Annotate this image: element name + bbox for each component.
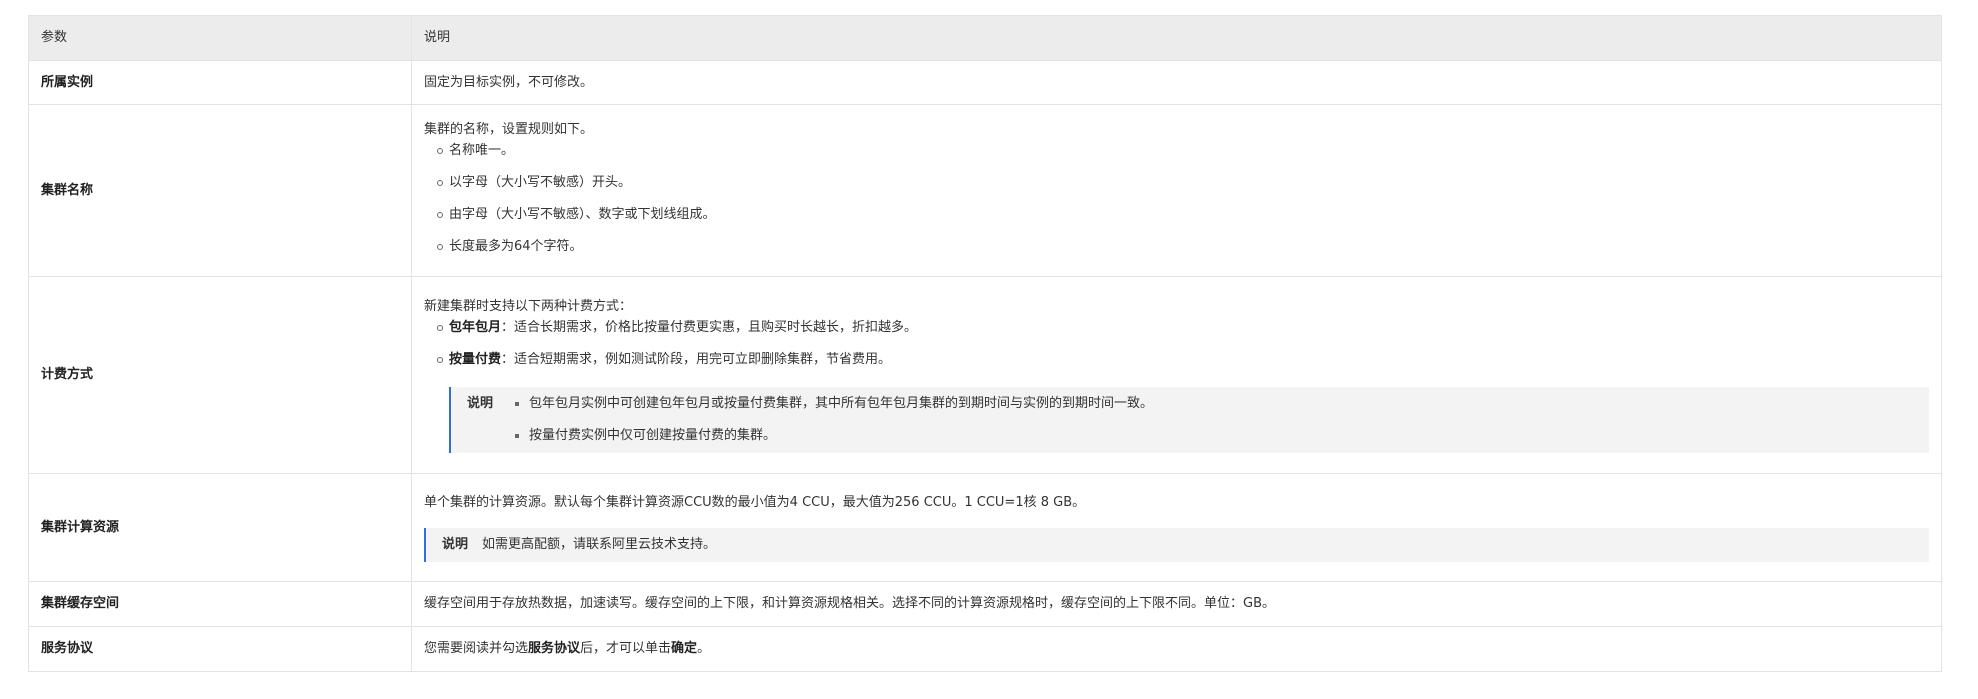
parameter-table: 参数 说明 所属实例 固定为目标实例，不可修改。 集群名称 集群的名称，设置规则… — [28, 15, 1942, 672]
param-description: 您需要阅读并勾选服务协议后，才可以单击确定。 — [411, 626, 1942, 672]
note-label: 说明 — [442, 536, 469, 552]
circle-bullet-icon — [437, 356, 443, 363]
list-item: 长度最多为64个字符。 — [424, 238, 1929, 260]
list-item: 按量付费实例中仅可创建按量付费的集群。 — [515, 427, 1153, 445]
table-row: 集群计算资源 单个集群的计算资源。默认每个集群计算资源CCU数的最小值为4 CC… — [28, 473, 1942, 582]
note-box: 说明 包年包月实例中可创建包年包月或按量付费集群，其中所有包年包月集群的到期时间… — [449, 386, 1929, 453]
list-item: 按量付费：适合短期需求，例如测试阶段，用完可立即删除集群，节省费用。 — [424, 351, 1929, 373]
note-label: 说明 — [467, 395, 494, 411]
square-bullet-icon — [515, 433, 520, 438]
list-item-text: 由字母（大小写不敏感）、数字或下划线组成。 — [449, 207, 716, 222]
billing-method-list: 包年包月：适合长期需求，价格比按量付费更实惠，且购买时长越长，折扣越多。 按量付… — [424, 319, 1929, 373]
description-text: 后，才可以单击 — [580, 641, 672, 656]
param-name: 集群名称 — [28, 104, 412, 277]
header-description: 说明 — [411, 15, 1942, 61]
list-item: 名称唯一。 — [424, 142, 1929, 174]
description-text: 您需要阅读并勾选 — [424, 641, 529, 656]
table-header-row: 参数 说明 — [28, 15, 1942, 61]
param-description: 新建集群时支持以下两种计费方式： 包年包月：适合长期需求，价格比按量付费更实惠，… — [411, 276, 1942, 474]
table-row: 计费方式 新建集群时支持以下两种计费方式： 包年包月：适合长期需求，价格比按量付… — [28, 276, 1942, 474]
circle-bullet-icon — [437, 244, 443, 250]
list-item-text: 长度最多为64个字符。 — [449, 239, 583, 254]
billing-term: 包年包月 — [449, 319, 502, 335]
header-param: 参数 — [28, 15, 412, 61]
note-box: 说明 如需更高配额，请联系阿里云技术支持。 — [424, 527, 1929, 562]
note-list: 包年包月实例中可创建包年包月或按量付费集群，其中所有包年包月集群的到期时间与实例… — [515, 395, 1153, 445]
param-name: 集群缓存空间 — [28, 581, 412, 627]
description-text: 单个集群的计算资源。默认每个集群计算资源CCU数的最小值为4 CCU，最大值为2… — [424, 494, 1086, 510]
circle-bullet-icon — [437, 212, 443, 218]
param-name: 计费方式 — [28, 276, 412, 474]
service-agreement-term: 服务协议 — [528, 641, 581, 656]
description-text: 。 — [697, 641, 711, 656]
circle-bullet-icon — [437, 324, 443, 331]
square-bullet-icon — [515, 401, 520, 406]
param-description: 集群的名称，设置规则如下。 名称唯一。 以字母（大小写不敏感）开头。 由字母（大… — [411, 104, 1942, 277]
note-text: 如需更高配额，请联系阿里云技术支持。 — [482, 536, 717, 552]
billing-term-text: ：适合短期需求，例如测试阶段，用完可立即删除集群，节省费用。 — [501, 351, 892, 367]
billing-term-text: ：适合长期需求，价格比按量付费更实惠，且购买时长越长，折扣越多。 — [501, 319, 918, 335]
rule-list: 名称唯一。 以字母（大小写不敏感）开头。 由字母（大小写不敏感）、数字或下划线组… — [424, 142, 1929, 260]
list-item: 由字母（大小写不敏感）、数字或下划线组成。 — [424, 206, 1929, 238]
billing-term: 按量付费 — [449, 351, 502, 367]
list-item-text: 名称唯一。 — [449, 143, 515, 158]
list-item: 包年包月实例中可创建包年包月或按量付费集群，其中所有包年包月集群的到期时间与实例… — [515, 395, 1153, 427]
param-name: 服务协议 — [28, 626, 412, 672]
circle-bullet-icon — [437, 148, 443, 154]
table-row: 所属实例 固定为目标实例，不可修改。 — [28, 60, 1942, 105]
list-item: 包年包月：适合长期需求，价格比按量付费更实惠，且购买时长越长，折扣越多。 — [424, 319, 1929, 351]
list-item-text: 以字母（大小写不敏感）开头。 — [449, 175, 632, 190]
table-row: 服务协议 您需要阅读并勾选服务协议后，才可以单击确定。 — [28, 626, 1942, 672]
param-name: 集群计算资源 — [28, 473, 412, 582]
description-intro: 集群的名称，设置规则如下。 — [424, 122, 594, 137]
description-intro: 新建集群时支持以下两种计费方式： — [424, 298, 633, 314]
table-row: 集群名称 集群的名称，设置规则如下。 名称唯一。 以字母（大小写不敏感）开头。 … — [28, 104, 1942, 277]
param-description: 单个集群的计算资源。默认每个集群计算资源CCU数的最小值为4 CCU，最大值为2… — [411, 473, 1942, 582]
param-description: 固定为目标实例，不可修改。 — [411, 60, 1942, 105]
note-text: 按量付费实例中仅可创建按量付费的集群。 — [529, 427, 777, 443]
param-name: 所属实例 — [28, 60, 412, 105]
param-description: 缓存空间用于存放热数据，加速读写。缓存空间的上下限，和计算资源规格相关。选择不同… — [411, 581, 1942, 627]
note-text: 包年包月实例中可创建包年包月或按量付费集群，其中所有包年包月集群的到期时间与实例… — [529, 395, 1154, 411]
table-row: 集群缓存空间 缓存空间用于存放热数据，加速读写。缓存空间的上下限，和计算资源规格… — [28, 581, 1942, 627]
confirm-term: 确定 — [671, 641, 698, 656]
list-item: 以字母（大小写不敏感）开头。 — [424, 174, 1929, 206]
circle-bullet-icon — [437, 180, 443, 186]
